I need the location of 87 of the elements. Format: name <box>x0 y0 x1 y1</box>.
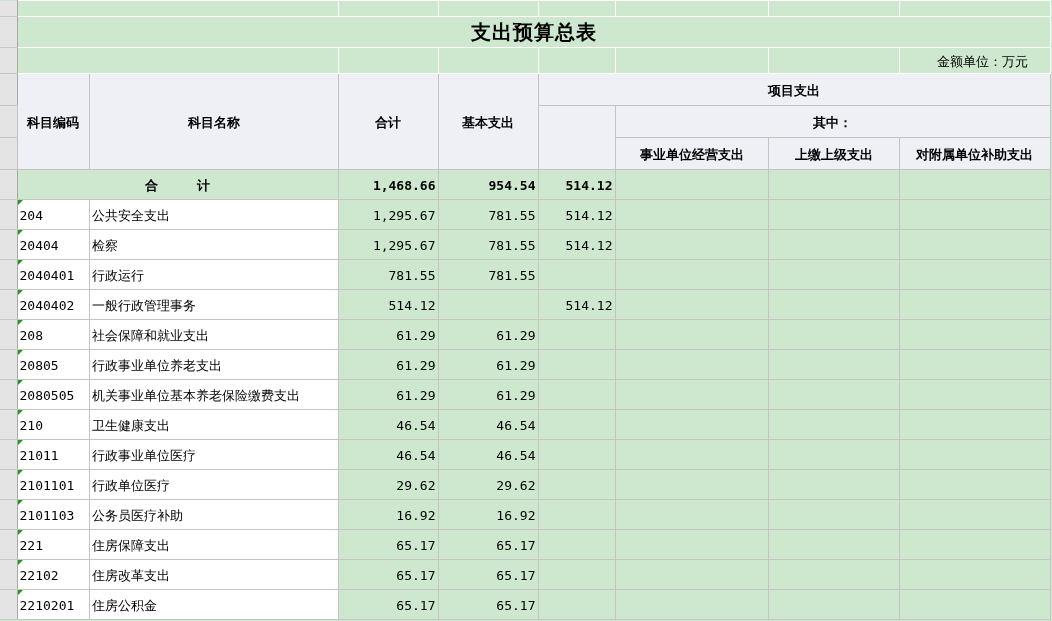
table-cell-text: 61.29 <box>395 388 437 403</box>
table-cell-text: 2210201 <box>18 598 76 613</box>
table-cell-text: 2101101 <box>18 478 76 493</box>
table-cell-text: 61.29 <box>395 358 437 373</box>
table-cell-text: 781.55 <box>487 208 537 223</box>
table-cell-text: 65.17 <box>495 598 537 613</box>
cell-marker-icon <box>17 560 23 565</box>
cell-marker-icon <box>17 440 23 445</box>
column-header: 项目支出 <box>768 82 820 98</box>
table-cell-text: 954.54 <box>487 178 537 193</box>
cell-marker-icon <box>17 530 23 535</box>
table-cell-text: 204 <box>18 208 44 223</box>
column-header: 上缴上级支出 <box>794 146 873 162</box>
table-cell-text: 46.54 <box>495 448 537 463</box>
table-cell-text: 208 <box>18 328 44 343</box>
table-cell-text: 514.12 <box>564 208 614 223</box>
table-cell-text: 21011 <box>18 448 60 463</box>
cell-marker-icon <box>17 350 23 355</box>
column-header: 合计 <box>375 114 401 130</box>
column-header: 基本支出 <box>462 114 514 130</box>
table-cell-text: 20404 <box>18 238 60 253</box>
cell-marker-icon <box>17 380 23 385</box>
table-cell-text: 29.62 <box>395 478 437 493</box>
column-header: 其中： <box>813 114 852 130</box>
table-cell-text: 卫生健康支出 <box>90 417 171 433</box>
cell-marker-icon <box>17 590 23 595</box>
table-cell-text: 65.17 <box>395 598 437 613</box>
table-cell-text: 781.55 <box>387 268 437 283</box>
table-cell-text: 行政事业单位养老支出 <box>90 357 223 373</box>
table-cell-text: 65.17 <box>395 538 437 553</box>
table-cell-text: 住房改革支出 <box>90 567 171 583</box>
table-cell-text: 514.12 <box>564 178 614 193</box>
cell-marker-icon <box>17 260 23 265</box>
table-cell-text: 514.12 <box>564 238 614 253</box>
table-cell-text: 行政运行 <box>90 267 145 283</box>
table-cell-text: 65.17 <box>395 568 437 583</box>
table-cell-text: 46.54 <box>495 418 537 433</box>
table-cell-text: 住房保障支出 <box>90 537 171 553</box>
table-cell-text: 行政事业单位医疗 <box>90 447 197 463</box>
table-cell-text: 210 <box>18 418 44 433</box>
cell-marker-icon <box>17 470 23 475</box>
table-cell-text: 221 <box>18 538 44 553</box>
table-cell-text: 公务员医疗补助 <box>90 507 184 523</box>
table-cell-text: 61.29 <box>495 388 537 403</box>
cell-marker-icon <box>17 320 23 325</box>
cell-marker-icon <box>17 500 23 505</box>
table-cell-text: 住房公积金 <box>90 597 158 613</box>
table-cell-text: 22102 <box>18 568 60 583</box>
table-cell-text: 46.54 <box>395 448 437 463</box>
cell-marker-icon <box>17 290 23 295</box>
table-cell-text: 2080505 <box>18 388 76 403</box>
cell-marker-icon <box>17 200 23 205</box>
table-cell-text: 1,295.67 <box>371 238 437 253</box>
unit-label: 金额单位：万元 <box>936 53 1029 69</box>
column-header: 科目名称 <box>187 114 240 130</box>
table-cell-text: 2101103 <box>18 508 76 523</box>
table-cell-text: 65.17 <box>495 568 537 583</box>
table-cell-text: 46.54 <box>395 418 437 433</box>
table-cell-text: 1,468.66 <box>371 178 437 193</box>
table-cell-text: 20805 <box>18 358 60 373</box>
table-cell-text: 1,295.67 <box>371 208 437 223</box>
cell-marker-icon <box>17 410 23 415</box>
table-cell-text: 公共安全支出 <box>90 207 171 223</box>
table-cell-text: 行政单位医疗 <box>90 477 171 493</box>
column-header: 对附属单位补助支出 <box>916 146 1033 162</box>
table-cell-text: 65.17 <box>495 538 537 553</box>
table-cell-text: 514.12 <box>564 298 614 313</box>
table-cell-text: 一般行政管理事务 <box>90 297 197 313</box>
table-cell-text: 16.92 <box>395 508 437 523</box>
table-cell-text: 16.92 <box>495 508 537 523</box>
table-cell-text: 781.55 <box>487 268 537 283</box>
cell-marker-icon <box>17 230 23 235</box>
table-cell-text: 社会保障和就业支出 <box>90 327 210 343</box>
table-title: 支出预算总表 <box>470 19 597 44</box>
table-cell-text: 检察 <box>90 237 119 253</box>
table-cell-text: 2040402 <box>18 298 76 313</box>
total-label: 合 计 <box>144 177 211 193</box>
table-cell-text: 29.62 <box>495 478 537 493</box>
table-cell-text: 781.55 <box>487 238 537 253</box>
table-cell-text: 机关事业单位基本养老保险缴费支出 <box>90 387 301 403</box>
column-header: 科目编码 <box>27 114 79 130</box>
table-cell-text: 61.29 <box>395 328 437 343</box>
table-cell-text: 61.29 <box>495 328 537 343</box>
column-header: 事业单位经营支出 <box>639 146 744 162</box>
table-cell-text: 514.12 <box>387 298 437 313</box>
table-cell-text: 61.29 <box>495 358 537 373</box>
table-cell-text: 2040401 <box>18 268 76 283</box>
